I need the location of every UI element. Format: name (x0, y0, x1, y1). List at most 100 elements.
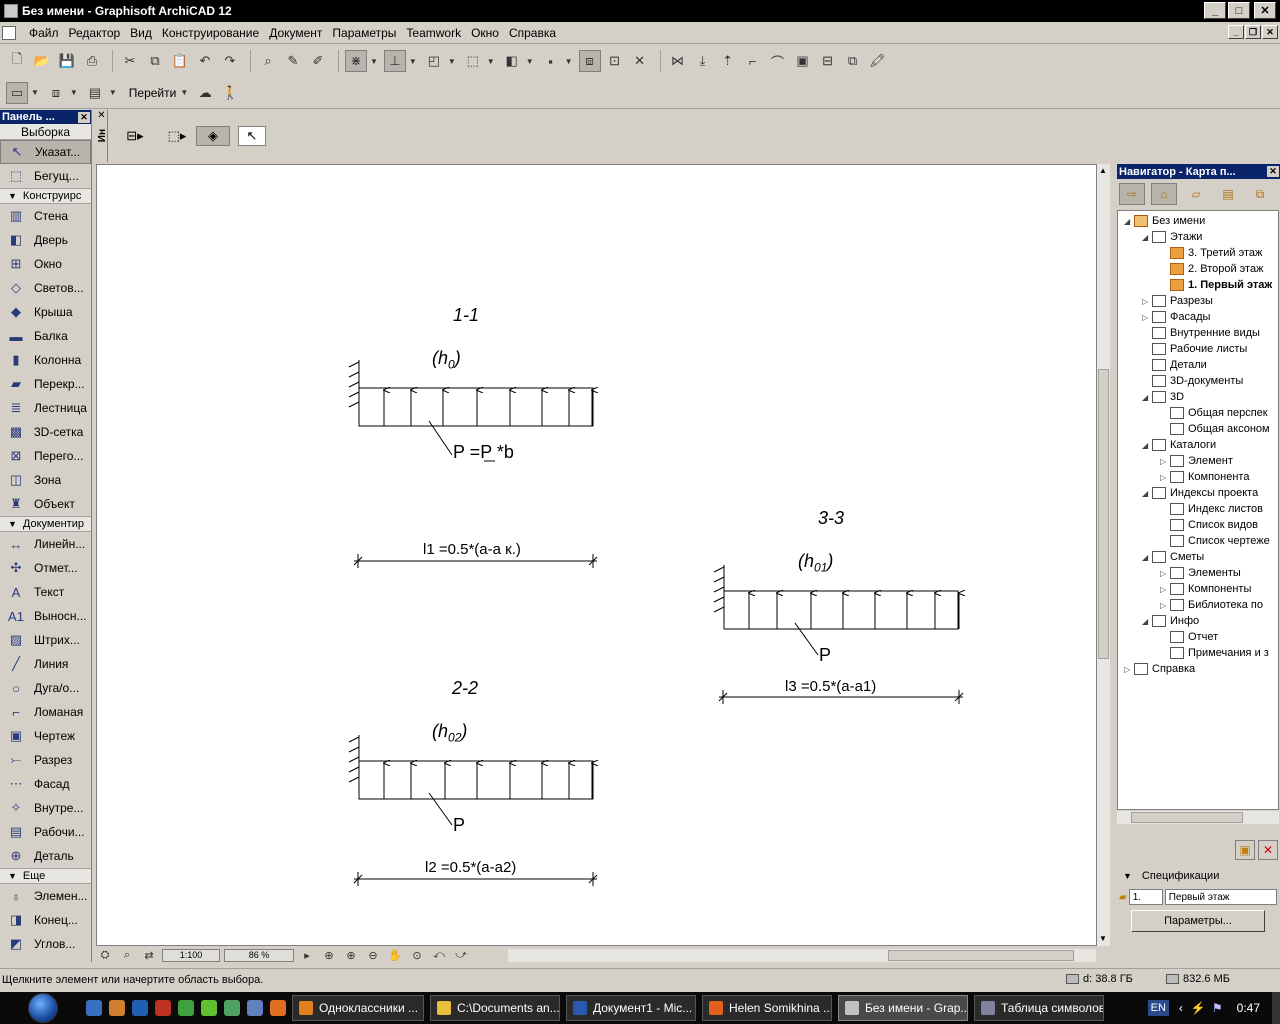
fit-in-window-icon[interactable]: ⊙ (408, 947, 426, 963)
tool-object[interactable]: ♜ Объект (0, 492, 91, 516)
paw-icon[interactable] (109, 1000, 125, 1016)
tool-lamp[interactable]: ♁ Элемен... (0, 884, 91, 908)
parameters-button[interactable]: Параметры... (1131, 910, 1265, 932)
layout-icon[interactable]: ▤ (84, 82, 106, 104)
media-player-icon[interactable] (86, 1000, 102, 1016)
navigator-mode-icon[interactable]: ⇨ (1119, 183, 1145, 205)
tree-item[interactable]: Общая перспек (1160, 405, 1268, 421)
tree-item[interactable]: 3D-документы (1142, 373, 1243, 389)
menu-teamwork[interactable]: Teamwork (401, 26, 466, 40)
tree-item[interactable]: Общая аксоном (1160, 421, 1270, 437)
tool-dimension[interactable]: ↔ Линейн... (0, 532, 91, 556)
tree-item[interactable]: ▷ Справка (1124, 661, 1195, 677)
tool-zone[interactable]: ◫ Зона (0, 468, 91, 492)
close-icon[interactable]: ✕ (96, 110, 107, 121)
menu-view[interactable]: Вид (125, 26, 157, 40)
design-section[interactable]: ▼ Конструирс (0, 188, 91, 204)
tree-item[interactable]: ◢ Этажи (1142, 229, 1202, 245)
render-icon[interactable]: ☁ (194, 82, 216, 104)
tree-item[interactable]: ◢ Инфо (1142, 613, 1199, 629)
close-icon[interactable]: ✕ (1267, 166, 1279, 177)
open-folder-icon[interactable]: 📂 (31, 50, 53, 72)
chevron-down-icon[interactable]: ▼ (31, 88, 39, 97)
layout-book-icon[interactable]: ▤ (1215, 183, 1241, 205)
tool-fill[interactable]: ▨ Штрих... (0, 628, 91, 652)
zoom-preview-icon[interactable]: ⌕ (118, 947, 136, 963)
delete-icon[interactable]: ✕ (629, 50, 651, 72)
expand-toggle-icon[interactable]: ◢ (1142, 489, 1152, 498)
doc-close-button[interactable]: ✕ (1262, 25, 1278, 39)
expand-toggle-icon[interactable]: ◢ (1142, 233, 1152, 242)
chrome-icon[interactable] (178, 1000, 194, 1016)
zoom-area-icon[interactable]: ⊕ (320, 947, 338, 963)
chevron-down-icon[interactable]: ▼ (370, 57, 378, 66)
expand-toggle-icon[interactable]: ▷ (1160, 473, 1170, 482)
tool-beam[interactable]: ▬ Балка (0, 324, 91, 348)
tool-door[interactable]: ◧ Дверь (0, 228, 91, 252)
project-map-tree[interactable]: ◢ Без имени ◢ Этажи 3. Третий этаж 2. Второй … (1117, 210, 1279, 810)
tool-arrow[interactable]: ↖ Указат... (0, 140, 91, 164)
info-box-tab[interactable]: ✕ Ин (96, 110, 108, 162)
horizontal-scroll-thumb[interactable] (888, 950, 1074, 961)
zoom-in-icon[interactable]: ⊕ (342, 947, 360, 963)
story-name-field[interactable]: Первый этаж (1164, 889, 1277, 905)
dimension-tool-icon[interactable]: ⊡ (604, 50, 626, 72)
flag-icon[interactable]: ⚑ (1212, 1001, 1223, 1015)
zoom-menu-icon[interactable]: ▸ (298, 947, 316, 963)
tree-item[interactable]: ◢ 3D (1142, 389, 1184, 405)
taskbar-button[interactable]: C:\Documents an... (430, 995, 560, 1021)
3d-window-icon[interactable]: ⧈ (45, 82, 67, 104)
tool-worksheet[interactable]: ▤ Рабочи... (0, 820, 91, 844)
menu-help[interactable]: Справка (504, 26, 561, 40)
chevron-down-icon[interactable]: ▼ (565, 57, 573, 66)
gravity-icon[interactable]: ⊥ (383, 50, 406, 72)
pan-icon[interactable]: ✋ (386, 947, 404, 963)
fillet-icon[interactable]: ⌐ (742, 50, 764, 72)
chevron-down-icon[interactable]: ▼ (409, 57, 417, 66)
goto-menu[interactable]: Перейти (129, 86, 177, 100)
tool-marquee[interactable]: ⬚ Бегущ... (0, 164, 91, 188)
vertical-scrollbar[interactable]: ▲ ▼ (1097, 164, 1110, 946)
expand-toggle-icon[interactable]: ▷ (1142, 313, 1152, 322)
intersect-icon[interactable]: ⋈ (667, 50, 689, 72)
adjust-icon[interactable]: ⇡ (717, 50, 739, 72)
chevron-down-icon[interactable]: ▼ (526, 57, 534, 66)
tree-item[interactable]: ▷ Элементы (1160, 565, 1241, 581)
close-button[interactable]: ✕ (1254, 2, 1276, 19)
cut-icon[interactable]: ✂ (119, 50, 141, 72)
icq-icon[interactable] (201, 1000, 217, 1016)
firefox-icon[interactable] (270, 1000, 286, 1016)
show-desktop-button[interactable] (1272, 992, 1280, 1024)
tool-polyline[interactable]: ⌐ Ломаная (0, 700, 91, 724)
chevron-down-icon[interactable]: ▼ (448, 57, 456, 66)
tree-item[interactable]: Список видов (1160, 517, 1258, 533)
chevron-down-icon[interactable]: ▼ (70, 88, 78, 97)
expand-toggle-icon[interactable]: ▷ (1142, 297, 1152, 306)
tool-drawing[interactable]: ▣ Чертеж (0, 724, 91, 748)
tool-roof[interactable]: ◆ Крыша (0, 300, 91, 324)
split-icon[interactable]: ▣ (792, 50, 814, 72)
expand-toggle-icon[interactable]: ▷ (1160, 585, 1170, 594)
scale-field[interactable]: 1:100 (162, 948, 220, 962)
desktop-icon[interactable] (132, 1000, 148, 1016)
tool-curtainwall[interactable]: ⊠ Перего... (0, 444, 91, 468)
tool-window[interactable]: ⊞ Окно (0, 252, 91, 276)
previous-zoom-icon[interactable]: ⤺ (430, 947, 448, 963)
menu-design[interactable]: Конструирование (157, 26, 264, 40)
tree-item[interactable]: ◢ Индексы проекта (1142, 485, 1258, 501)
chevron-down-icon[interactable]: ▼ (487, 57, 495, 66)
tool-slab[interactable]: ▰ Перекр... (0, 372, 91, 396)
mark-icon[interactable]: 🖍 (867, 50, 889, 72)
undo-icon[interactable]: ↶ (194, 50, 216, 72)
navigator-hscroll-thumb[interactable] (1131, 812, 1243, 823)
utility-icon[interactable] (224, 1000, 240, 1016)
expand-toggle-icon[interactable]: ▷ (1124, 665, 1134, 674)
find-select-icon[interactable]: ⌕ (257, 50, 279, 72)
quick-options-icon[interactable]: ⛭ (96, 947, 114, 963)
tool-icon[interactable] (247, 1000, 263, 1016)
tool-arc[interactable]: ○ Дуга/о... (0, 676, 91, 700)
more-section[interactable]: ▼ Еще (0, 868, 91, 884)
tool-detail[interactable]: ⊕ Деталь (0, 844, 91, 868)
start-button[interactable] (0, 992, 86, 1024)
tool-mesh[interactable]: ▩ 3D-сетка (0, 420, 91, 444)
